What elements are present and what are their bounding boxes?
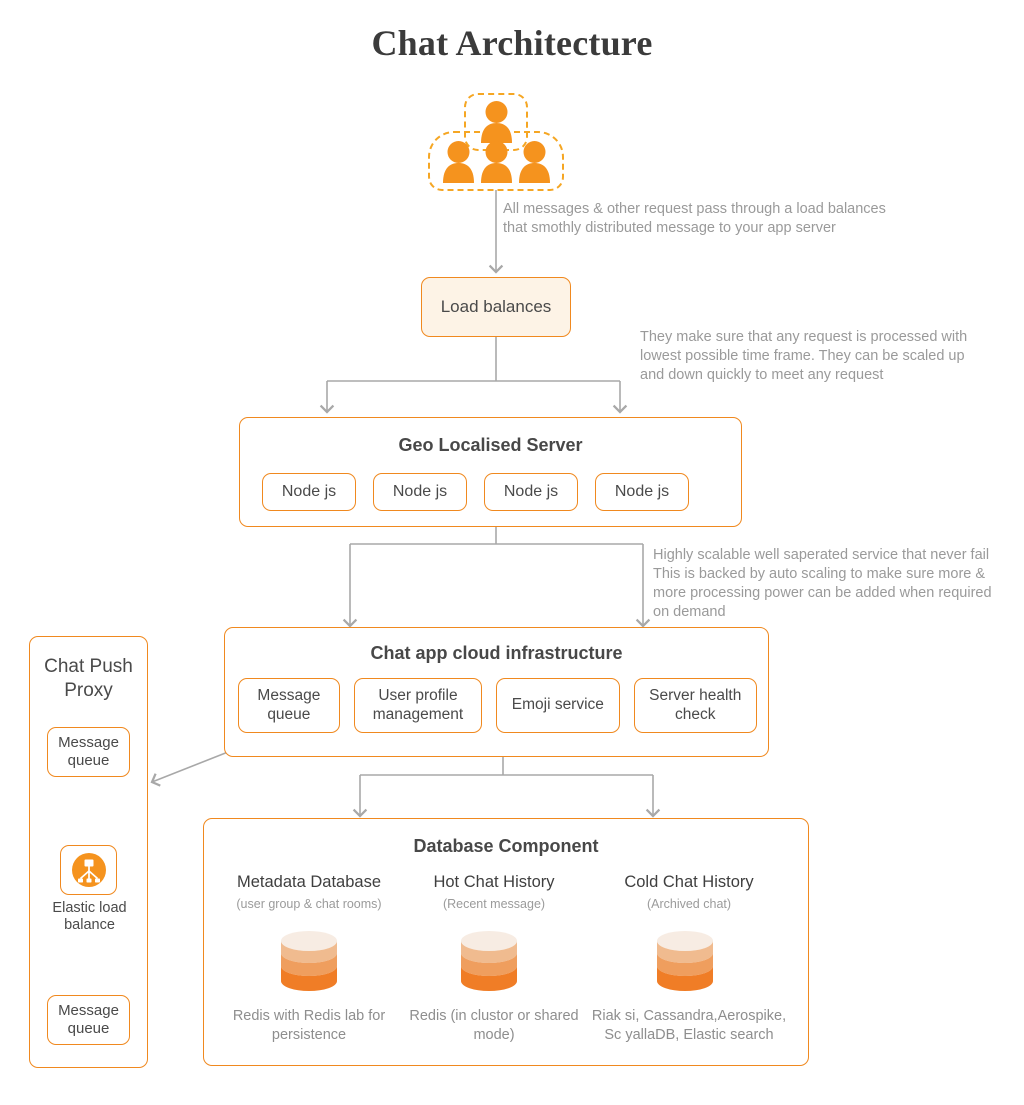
user-icon-center: [481, 141, 512, 183]
node-js-label: Node js: [503, 483, 559, 500]
database-column-caption: Redis with Redis lab for persistence: [232, 1008, 386, 1043]
database-column-subtitle: (Archived chat): [646, 897, 732, 911]
node-js-box[interactable]: Node js: [262, 473, 356, 511]
user-icon-right: [519, 141, 550, 183]
user-icon-left: [443, 141, 474, 183]
service-user-profile-management[interactable]: User profile management: [353, 678, 483, 733]
database-column-caption: Redis (in clustor or shared mode): [409, 1008, 579, 1043]
chat-push-proxy-group: Chat Push Proxy Message queue Elastic lo…: [29, 636, 148, 1068]
geo-localised-server-group: Geo Localised Server Node js Node js Nod…: [239, 417, 742, 527]
service-label: Server health check: [649, 686, 742, 723]
service-label: User profile management: [372, 686, 464, 723]
database-column-title: Hot Chat History: [433, 873, 555, 891]
service-label: Emoji service: [511, 696, 604, 714]
note-cloud-infrastructure: Highly scalable well saperated service t…: [653, 547, 992, 621]
elastic-load-balance-label: Elastic load balance: [52, 900, 127, 934]
chat-push-proxy-title: Chat Push Proxy: [44, 656, 133, 701]
note-geo-server: They make sure that any request is proce…: [640, 329, 968, 384]
node-js-box[interactable]: Node js: [484, 473, 578, 511]
cloud-infrastructure-title: Chat app cloud infrastructure: [370, 643, 623, 663]
service-label: Message queue: [257, 686, 321, 723]
message-queue-label: Message queue: [58, 734, 119, 769]
node-js-box[interactable]: Node js: [373, 473, 467, 511]
user-icon-top: [481, 101, 512, 143]
chat-app-cloud-infrastructure-group: Chat app cloud infrastructure Message qu…: [224, 627, 769, 757]
database-column-subtitle: (user group & chat rooms): [236, 897, 382, 911]
node-js-box[interactable]: Node js: [595, 473, 689, 511]
elastic-load-balance-box[interactable]: [60, 845, 117, 895]
database-column-title: Metadata Database: [236, 873, 381, 891]
geo-node-list: Node js Node js Node js Node js: [262, 473, 721, 511]
node-js-label: Node js: [281, 483, 337, 500]
push-proxy-top-message-queue[interactable]: Message queue: [47, 727, 130, 777]
service-server-health-check[interactable]: Server health check: [633, 678, 757, 733]
database-component-group: Database Component Metadata Database (us…: [203, 818, 809, 1066]
note-load-balancer: All messages & other request pass throug…: [503, 201, 886, 237]
geo-localised-server-title: Geo Localised Server: [398, 435, 583, 455]
database-column-caption: Riak si, Cassandra,Aerospike, Sc yallaDB…: [591, 1008, 787, 1043]
push-proxy-bottom-message-queue[interactable]: Message queue: [47, 995, 130, 1045]
node-js-label: Node js: [614, 483, 670, 500]
service-message-queue[interactable]: Message queue: [238, 678, 340, 733]
database-column-subtitle: (Recent message): [442, 897, 546, 911]
users-group: [428, 93, 564, 191]
elastic-load-balancer-icon: [71, 853, 106, 887]
load-balancer-label: Load balances: [440, 297, 552, 316]
database-cylinder-icon: [281, 931, 337, 991]
database-cylinder-icon: [657, 931, 713, 991]
cloud-service-list: Message queue User profile management Em…: [238, 678, 757, 733]
database-component-title: Database Component: [413, 836, 599, 856]
node-js-label: Node js: [392, 483, 448, 500]
page-title: Chat Architecture: [371, 23, 653, 63]
load-balancer-box[interactable]: Load balances: [421, 277, 571, 337]
message-queue-label: Message queue: [58, 1002, 119, 1037]
database-column-title: Cold Chat History: [624, 873, 754, 891]
database-cylinder-icon: [461, 931, 517, 991]
service-emoji-service[interactable]: Emoji service: [496, 678, 620, 733]
